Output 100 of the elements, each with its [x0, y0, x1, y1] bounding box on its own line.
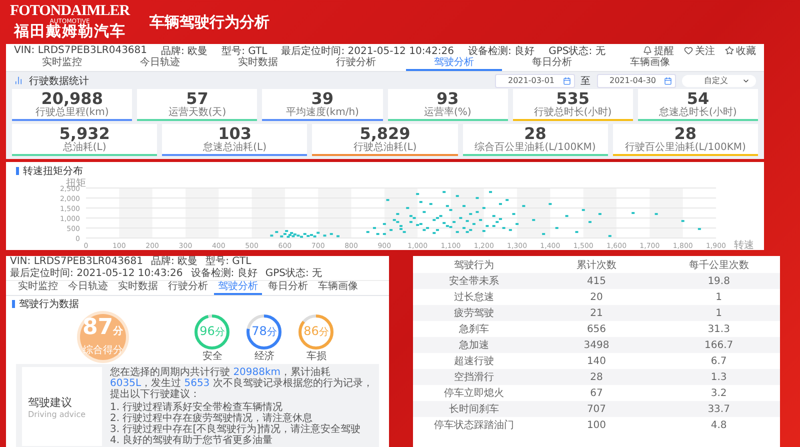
table-cell-text: 1: [714, 292, 724, 302]
advice-item: 4. 良好的驾驶有助于您节省更多油量: [110, 435, 274, 446]
stat-value: 5,829: [360, 125, 410, 142]
data-point: [323, 234, 326, 237]
tab[interactable]: 每日分析: [264, 281, 312, 295]
table-cell-text: 707: [586, 404, 608, 414]
stat-label: 行驶百公里油耗(L/100KM): [624, 142, 746, 153]
tab[interactable]: 驾驶分析: [406, 57, 502, 71]
table-cell-text: 656: [586, 324, 608, 334]
table-cell-text: 1.3: [710, 372, 728, 382]
score-value: 78分: [252, 324, 277, 339]
advice-subtitle: Driving advice: [28, 410, 87, 418]
action-button[interactable]: 收藏: [725, 44, 756, 58]
score-ring: [193, 312, 232, 350]
section-title: 行驶数据统计: [29, 74, 89, 88]
advice-title: 驾驶建议: [28, 394, 73, 410]
range-select[interactable]: 自定义: [682, 74, 756, 86]
data-point: [336, 235, 340, 238]
stat-value: 39: [311, 90, 334, 107]
tab[interactable]: 实时数据: [114, 281, 162, 295]
vehicle-info: 型号: GTL: [206, 256, 252, 268]
tab[interactable]: 实时监控: [14, 281, 62, 295]
table-cell-text: 3498: [582, 340, 610, 350]
date-field[interactable]: 2021-03-01: [495, 74, 574, 88]
table-cell-text: 4.8: [710, 420, 728, 430]
stat-value: 28: [524, 125, 546, 142]
table-cell-text: 疲劳驾驶: [453, 306, 496, 320]
tab[interactable]: 每日分析: [504, 57, 600, 71]
table-cell-text: 21: [589, 308, 604, 318]
stat-label: 总油耗(L): [62, 142, 106, 153]
table-cell-text: 6.7: [710, 356, 728, 366]
stat-label: 行驶总油耗(L): [353, 142, 417, 153]
action-button[interactable]: 提醒: [643, 44, 674, 58]
table-cell-text: 安全带未系: [448, 274, 500, 288]
table-cell-text: 140: [586, 356, 608, 366]
page-title: 车辆驾驶行为分析: [150, 13, 270, 32]
tab[interactable]: 实时监控: [14, 57, 110, 71]
stat-label: 怠速总油耗(L): [203, 142, 266, 153]
score-label: 车损: [306, 350, 326, 362]
score-label: 安全: [202, 350, 222, 362]
stat-value: 103: [218, 125, 252, 142]
vehicle-info: 设备检测: 良好: [190, 268, 258, 280]
data-point: [270, 234, 274, 237]
tab[interactable]: 行驶分析: [164, 281, 212, 295]
table-cell-text: 停车状态踩踏油门: [433, 418, 516, 432]
tab[interactable]: 今日轨迹: [112, 57, 208, 71]
tab[interactable]: 实时数据: [210, 57, 306, 71]
table-cell-text: 100: [586, 420, 608, 430]
bar-chart-icon: [14, 76, 23, 85]
vehicle-info: 最后定位时间: 2021-05-12 10:43:26: [10, 268, 183, 280]
score-label: 经济: [254, 350, 274, 362]
table-cell-text: 31.3: [706, 324, 731, 334]
score-ring: [245, 312, 284, 350]
vehicle-info: VIN: LRDS7PEB3LR043681: [14, 45, 148, 56]
table-cell-text: 长时间刹车: [448, 402, 500, 416]
title-marker: [12, 300, 15, 308]
stat-value: 93: [436, 90, 459, 107]
vehicle-info: 设备检测: 良好: [468, 44, 535, 56]
table-cell-text: 急刹车: [458, 322, 490, 336]
column-header: 累计次数: [575, 258, 618, 272]
stat-label: 行驶总时长(小时): [534, 107, 612, 118]
stat-label: 平均速度(km/h): [286, 107, 359, 118]
column-header: 驾驶行为: [453, 258, 496, 272]
table-cell-text: 停车立即熄火: [443, 386, 506, 400]
vehicle-info: 品牌: 欧曼: [161, 44, 208, 56]
date-field[interactable]: 2021-04-30: [596, 74, 676, 88]
stat-label: 行驶总里程(km): [35, 107, 109, 118]
vehicle-info: 型号: GTL: [222, 44, 268, 56]
table-cell-text: 415: [586, 276, 608, 286]
calendar-icon: [664, 76, 672, 84]
stat-value: 535: [556, 90, 590, 107]
vehicle-info: 最后定位时间: 2021-05-12 10:42:26: [281, 44, 454, 56]
table-cell-text: 33.7: [706, 404, 731, 414]
overall-score: 87分: [82, 317, 124, 342]
title-marker: [16, 167, 19, 175]
stat-value: 57: [186, 90, 208, 107]
table-cell-text: 空挡滑行: [453, 370, 496, 384]
tab[interactable]: 车辆画像: [314, 281, 362, 295]
stat-label: 怠速总时长(小时): [659, 107, 737, 118]
axis-title: 转速: [734, 240, 754, 250]
tab[interactable]: 今日轨迹: [64, 281, 112, 295]
vehicle-info: VIN: LRDS7PEB3LR043681: [10, 256, 144, 268]
advice-item: 3. 行驶过程中存在[不良驾驶行为]情况，请注意安全驾驶: [110, 424, 362, 435]
tab[interactable]: 车辆画像: [602, 57, 698, 71]
vehicle-info: GPS状态: 无: [265, 268, 322, 280]
tab[interactable]: 驾驶分析: [214, 281, 262, 295]
stat-label: 综合百公里油耗(L/100KM): [474, 142, 596, 153]
table-cell-text: 超速行驶: [453, 354, 496, 368]
score-value: 96分: [200, 324, 225, 339]
vehicle-info: 品牌: 欧曼: [151, 256, 198, 268]
tab[interactable]: 行驶分析: [308, 57, 404, 71]
table-cell-text: 1: [714, 308, 724, 318]
section-title: 驾驶行为数据: [19, 298, 79, 311]
table-cell-text: 3.2: [710, 388, 728, 398]
range-separator: 至: [580, 74, 590, 88]
stat-label: 运营天数(天): [168, 107, 226, 118]
action-button[interactable]: 关注: [684, 44, 715, 58]
stat-value: 28: [674, 125, 697, 142]
advice-item: 1. 行驶过程请系好安全带检查车辆情况: [110, 402, 283, 413]
chart-title: 转速扭矩分布: [23, 164, 83, 178]
